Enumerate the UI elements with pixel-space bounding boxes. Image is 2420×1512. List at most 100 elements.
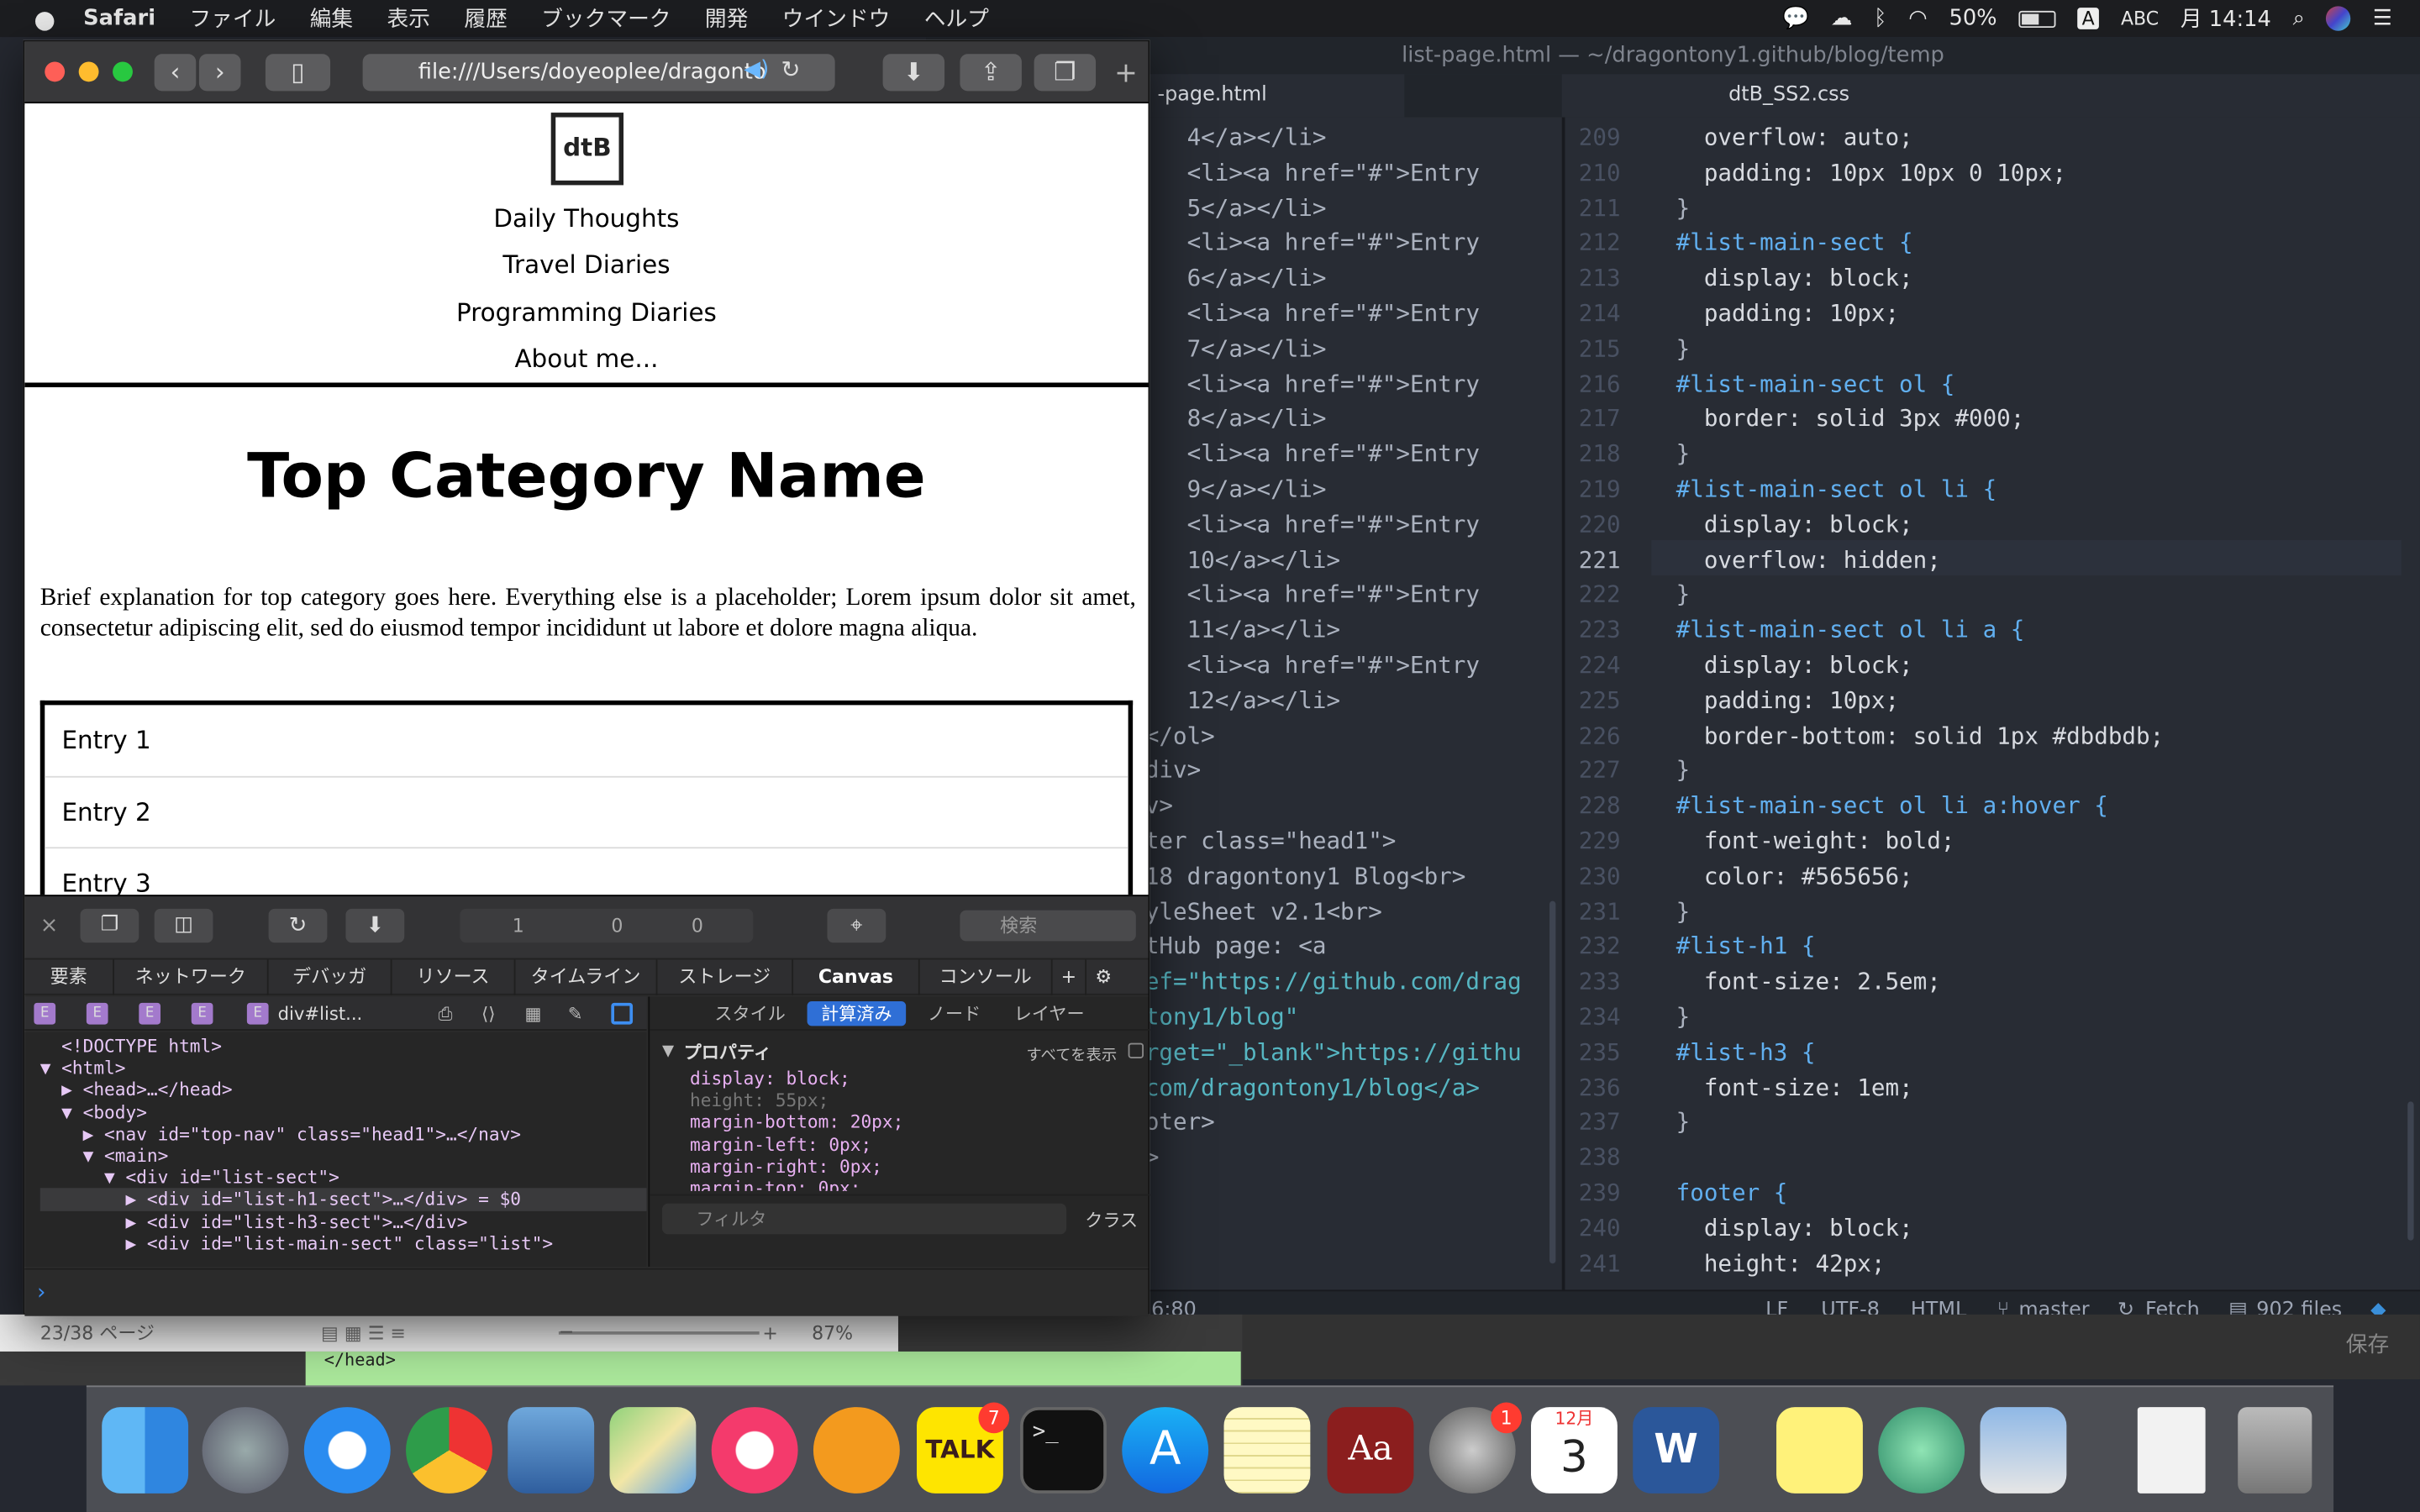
tab-node[interactable]: ノード [928, 997, 981, 1031]
stickies-icon[interactable] [1776, 1407, 1863, 1494]
nav-about-me[interactable]: About me... [24, 344, 1148, 374]
dom-node[interactable]: ▼ <div id="list-sect"> [40, 1167, 647, 1189]
input-source-label[interactable]: ABC [2121, 8, 2159, 29]
code-line[interactable]: border-bottom: solid 1px #dbdbdb; [1676, 718, 2402, 753]
menu-view[interactable]: 表示 [387, 3, 430, 34]
code-line[interactable]: <li><a href="#">Entry [1145, 155, 1549, 191]
code-line[interactable]: display: block; [1676, 648, 2402, 683]
menu-app-name[interactable]: Safari [83, 6, 155, 30]
list-item-entry-2[interactable]: Entry 2 [45, 777, 1128, 849]
code-line[interactable]: <li><a href="#">Entry [1145, 648, 1549, 683]
finder-icon[interactable] [102, 1407, 189, 1494]
code-line[interactable]: 5</a></li> [1145, 191, 1549, 226]
code-line[interactable]: border: solid 3px #000; [1676, 402, 2402, 437]
breadcrumb-element-icon[interactable]: E [246, 1002, 269, 1025]
wifi-icon[interactable]: ◠ [1908, 6, 1927, 30]
tab-timeline[interactable]: タイムライン [515, 959, 658, 995]
notes-icon[interactable] [1223, 1407, 1311, 1494]
nav-daily-thoughts[interactable]: Daily Thoughts [24, 203, 1148, 233]
code-line[interactable]: } [1676, 894, 2402, 929]
zoom-in-button[interactable]: + [762, 1315, 777, 1352]
document-icon[interactable] [2137, 1407, 2206, 1494]
preview-icon[interactable] [1980, 1407, 2067, 1494]
code-line[interactable]: #list-main-sect ol { [1676, 366, 2402, 402]
code-line[interactable]: } [1676, 578, 2402, 613]
code-line[interactable]: display: block; [1676, 261, 2402, 297]
spotlight-icon[interactable]: ⌕ [2293, 6, 2305, 30]
code-line[interactable]: 11</a></li> [1145, 612, 1549, 648]
books-icon[interactable] [813, 1407, 900, 1494]
editor-scrollbar-right[interactable] [2407, 1101, 2414, 1241]
html-code-pane[interactable]: 4</a></li> <li><a href="#">Entry 5</a></… [1145, 120, 1549, 1289]
code-line[interactable]: } [1676, 753, 2402, 789]
tab-list-page-html[interactable]: -page.html [1142, 74, 1405, 118]
reload-page-icon[interactable]: ↻ [268, 908, 328, 943]
menu-history[interactable]: 履歴 [464, 3, 507, 34]
tab-styles[interactable]: スタイル [714, 997, 785, 1031]
view-mode-icons[interactable]: ▤ ▦ ☰ ≡ [321, 1315, 406, 1352]
code-line[interactable]: #list-main-sect ol li a:hover { [1676, 789, 2402, 824]
disclosure-icon[interactable]: ▼ [662, 1043, 674, 1060]
calendar-icon[interactable]: 12月 3 [1531, 1407, 1618, 1494]
tabs-overview-icon[interactable]: ❐ [1034, 54, 1097, 92]
dom-tree[interactable]: <!DOCTYPE html> ▼ <html> ▶ <head>…</head>… [24, 1032, 647, 1267]
audio-icon[interactable]: ◀) [744, 57, 769, 81]
code-line[interactable]: 18 dragontony1 Blog<br> [1145, 859, 1549, 895]
breadcrumb-element-icon[interactable]: E [86, 1002, 108, 1025]
code-line[interactable]: <li><a href="#">Entry [1145, 437, 1549, 472]
siri-icon[interactable] [2326, 6, 2352, 31]
tab-debugger[interactable]: デバッガ [269, 959, 392, 995]
code-line[interactable]: } [1676, 1105, 2402, 1141]
battery-icon[interactable] [2018, 9, 2056, 28]
code-line[interactable]: color: #565656; [1676, 859, 2402, 895]
code-line[interactable]: 9</a></li> [1145, 472, 1549, 507]
terminal-icon[interactable]: >_ [1020, 1407, 1107, 1494]
code-line[interactable]: #list-main-sect ol li a { [1676, 612, 2402, 648]
code-line[interactable]: overflow: hidden; [1676, 543, 2402, 578]
dictionary-icon[interactable]: Aa [1327, 1407, 1414, 1494]
code-line[interactable] [1676, 1141, 2402, 1176]
code-line[interactable]: tony1/blog" [1145, 1000, 1549, 1035]
share-icon[interactable]: ⇪ [960, 54, 1022, 92]
dom-node[interactable]: ▼ <body> [40, 1101, 647, 1123]
code-line[interactable]: rget="_blank">https://githu [1145, 1035, 1549, 1070]
code-line[interactable]: 6</a></li> [1145, 261, 1549, 297]
details-sidebar-icon[interactable] [611, 1002, 634, 1025]
list-item-entry-1[interactable]: Entry 1 [45, 705, 1128, 777]
code-line[interactable]: ef="https://github.com/drag [1145, 964, 1549, 1000]
app-store-icon[interactable]: A [1122, 1407, 1209, 1494]
dom-node[interactable]: ▶ <div id="list-h1-sect">…</div> = $0 [39, 1189, 647, 1211]
back-button[interactable]: ‹ [154, 54, 197, 92]
console-prompt[interactable]: › [24, 1268, 1149, 1316]
battery-percent[interactable]: 50% [1949, 6, 1996, 30]
inspector-search[interactable]: 検索 [960, 910, 1136, 942]
tab-storage[interactable]: ストレージ [657, 959, 794, 995]
bluetooth-icon[interactable]: ᛒ [1874, 6, 1886, 30]
grid-icon[interactable]: ▦ [524, 997, 541, 1031]
tab-canvas[interactable]: Canvas [793, 959, 920, 995]
menu-file[interactable]: ファイル [189, 3, 276, 34]
list-item-entry-3[interactable]: Entry 3 [45, 848, 1128, 895]
filter-input[interactable]: フィルタ [661, 1203, 1067, 1235]
chat-status-icon[interactable]: 💬 [1782, 6, 1809, 30]
dom-node[interactable]: ▼ <html> [40, 1058, 647, 1079]
code-line[interactable]: } [1676, 437, 2402, 472]
code-line[interactable]: } [1676, 331, 2402, 366]
code-line[interactable]: font-size: 1em; [1676, 1070, 2402, 1105]
chrome-icon[interactable] [406, 1407, 492, 1494]
cloud-upload-icon[interactable]: ☁ [1831, 6, 1853, 30]
shadow-dom-icon[interactable]: ⟨⟩ [481, 997, 496, 1031]
code-line[interactable]: <li><a href="#">Entry [1145, 297, 1549, 332]
code-line[interactable]: padding: 10px; [1676, 297, 2402, 332]
code-line[interactable]: #list-h1 { [1676, 929, 2402, 964]
code-line[interactable]: #list-main-sect { [1676, 226, 2402, 261]
close-button[interactable] [45, 61, 66, 82]
save-button[interactable]: 保存 [2346, 1328, 2389, 1359]
code-line[interactable]: com/dragontony1/blog</a> [1145, 1070, 1549, 1105]
code-line[interactable]: padding: 10px; [1676, 683, 2402, 718]
downloads-icon[interactable]: ⬇ [882, 54, 945, 92]
code-line[interactable]: tHub page: <a [1145, 929, 1549, 964]
code-line[interactable]: font-weight: bold; [1676, 824, 2402, 859]
music-icon[interactable] [711, 1407, 798, 1494]
zoom-out-button[interactable]: − [559, 1313, 574, 1350]
